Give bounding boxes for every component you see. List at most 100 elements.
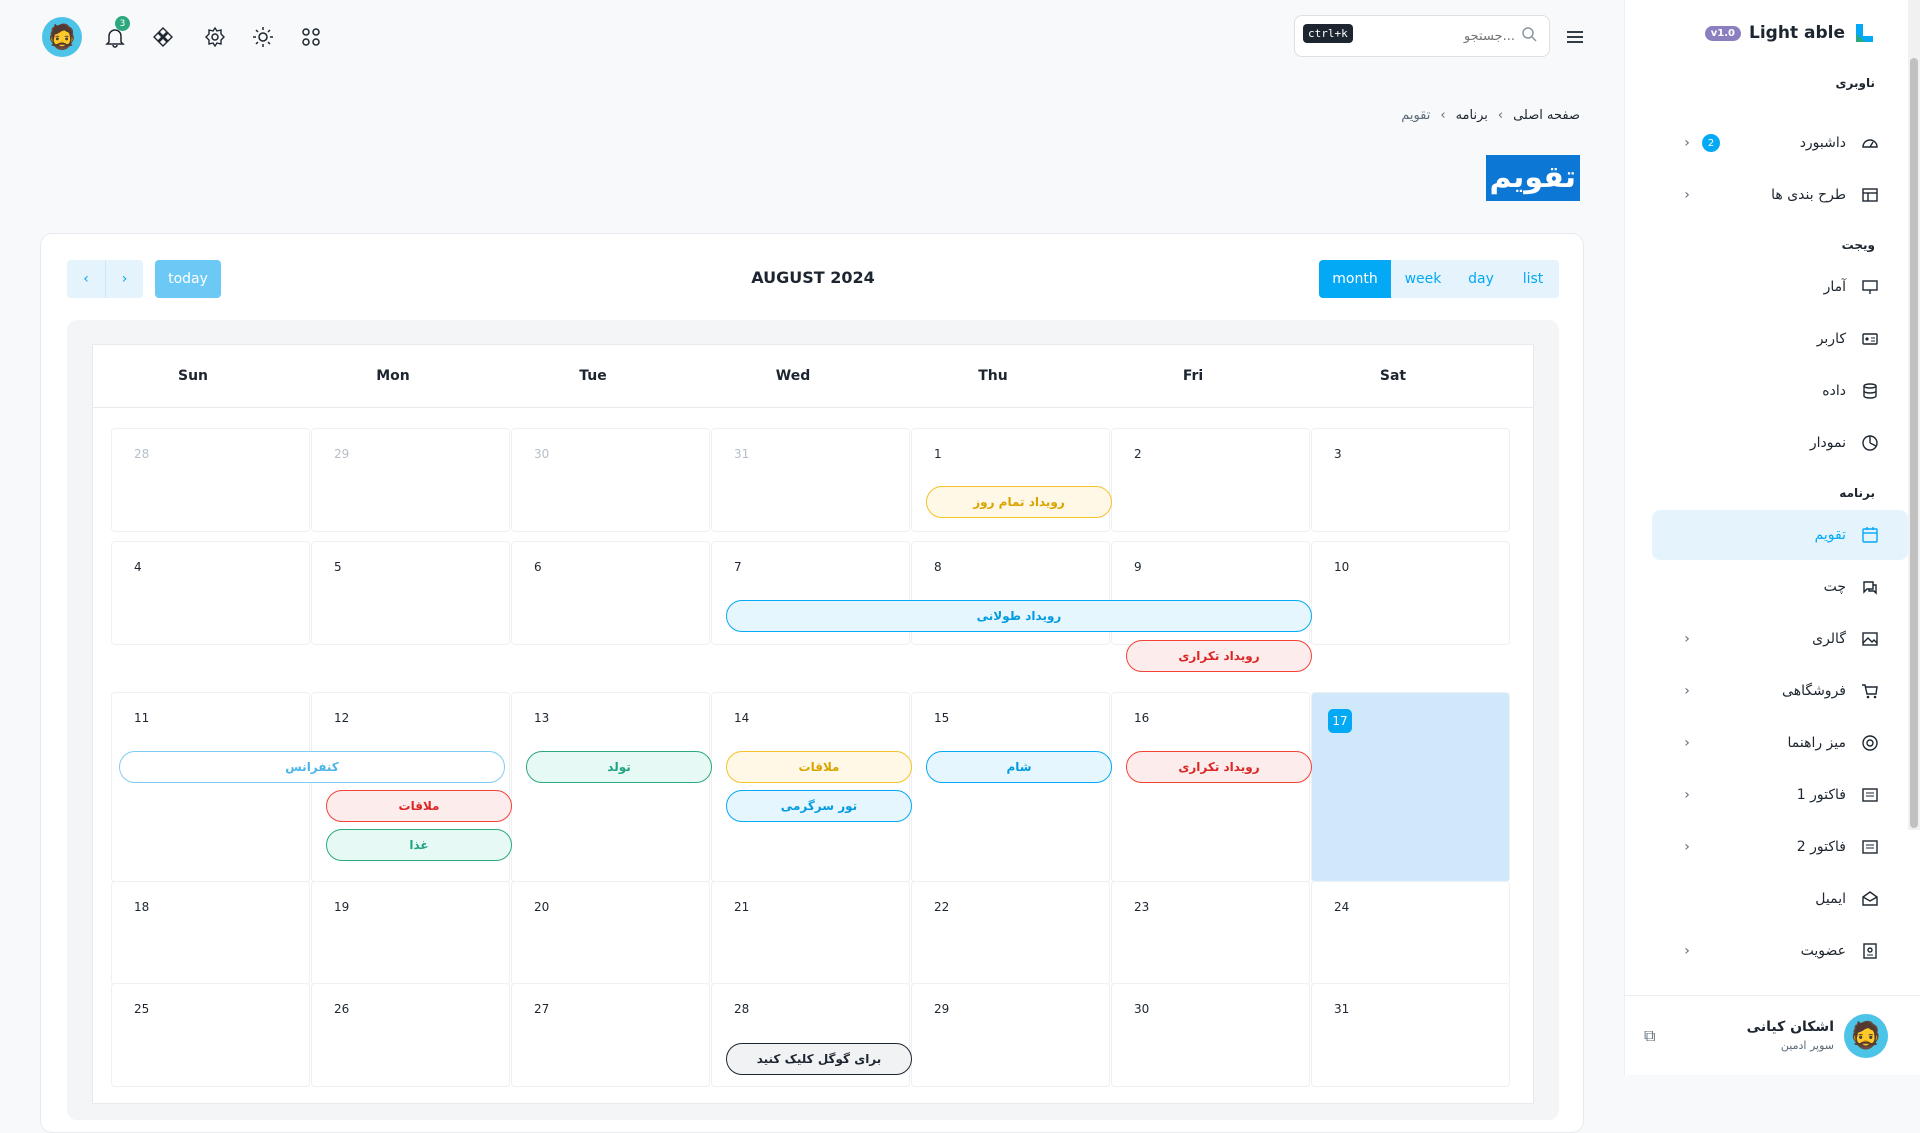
day-number[interactable]: 23 — [1134, 900, 1149, 914]
day-number[interactable]: 18 — [134, 900, 149, 914]
day-number[interactable]: 11 — [134, 711, 149, 725]
view-month-button[interactable]: month — [1319, 260, 1391, 298]
calendar-event[interactable]: تولد — [526, 751, 712, 783]
day-number[interactable]: 28 — [134, 447, 149, 461]
calendar-event[interactable]: رویداد تمام روز — [926, 486, 1112, 518]
calendar-event[interactable]: رویداد تکراری — [1126, 751, 1312, 783]
day-number[interactable]: 29 — [334, 447, 349, 461]
calendar-event[interactable]: رویداد تکراری — [1126, 640, 1312, 672]
day-number[interactable]: 15 — [934, 711, 949, 725]
day-number[interactable]: 31 — [1334, 1002, 1349, 1016]
day-cell[interactable]: 30 — [511, 428, 710, 532]
sidebar-item-statistics[interactable]: آمار — [1652, 262, 1908, 312]
day-number[interactable]: 30 — [534, 447, 549, 461]
day-number[interactable]: 4 — [134, 560, 142, 574]
day-cell[interactable]: 4 — [111, 541, 310, 645]
view-list-button[interactable]: list — [1507, 260, 1559, 298]
day-cell[interactable]: 18 — [111, 881, 310, 985]
day-cell[interactable]: 31 — [711, 428, 910, 532]
day-cell[interactable]: 21 — [711, 881, 910, 985]
calendar-event[interactable]: رویداد طولانی — [726, 600, 1312, 632]
day-number[interactable]: 16 — [1134, 711, 1149, 725]
switch-icon[interactable]: ⧉ — [1644, 1026, 1655, 1046]
day-number[interactable]: 13 — [534, 711, 549, 725]
day-cell[interactable]: 28 — [111, 428, 310, 532]
day-number[interactable]: 19 — [334, 900, 349, 914]
day-number[interactable]: 6 — [534, 560, 542, 574]
day-cell[interactable]: 10 — [1311, 541, 1510, 645]
day-cell[interactable]: 30 — [1111, 983, 1310, 1087]
day-cell[interactable]: 31 — [1311, 983, 1510, 1087]
apps-icon[interactable] — [294, 20, 328, 54]
day-number[interactable]: 14 — [734, 711, 749, 725]
sidebar-item-invoice-2[interactable]: فاکتور 2 ‹ — [1652, 822, 1908, 872]
sidebar-item-data[interactable]: داده — [1652, 366, 1908, 416]
day-cell[interactable]: 25 — [111, 983, 310, 1087]
day-cell[interactable]: 15 — [911, 692, 1110, 882]
sun-icon[interactable] — [246, 20, 280, 54]
day-cell[interactable]: 26 — [311, 983, 510, 1087]
day-number[interactable]: 27 — [534, 1002, 549, 1016]
day-number[interactable]: 20 — [534, 900, 549, 914]
day-cell[interactable]: 6 — [511, 541, 710, 645]
brand[interactable]: v1.0 Light able — [1704, 22, 1875, 44]
day-cell[interactable]: 24 — [1311, 881, 1510, 985]
day-cell[interactable]: 16 — [1111, 692, 1310, 882]
day-cell[interactable]: 3 — [1311, 428, 1510, 532]
day-cell[interactable]: 23 — [1111, 881, 1310, 985]
day-number[interactable]: 22 — [934, 900, 949, 914]
day-cell[interactable]: 5 — [311, 541, 510, 645]
sidebar-item-chat[interactable]: چت — [1652, 562, 1908, 612]
day-number[interactable]: 12 — [334, 711, 349, 725]
day-cell[interactable]: 22 — [911, 881, 1110, 985]
day-number[interactable]: 8 — [934, 560, 942, 574]
breadcrumb-section[interactable]: برنامه — [1456, 108, 1488, 123]
day-cell[interactable]: 14 — [711, 692, 910, 882]
calendar-event[interactable]: شام — [926, 751, 1112, 783]
calendar-event[interactable]: ملاقات — [326, 790, 512, 822]
calendar-event[interactable]: ملاقات — [726, 751, 912, 783]
day-cell[interactable]: 20 — [511, 881, 710, 985]
menu-icon[interactable] — [1558, 20, 1592, 54]
day-cell[interactable]: 27 — [511, 983, 710, 1087]
breadcrumb-home[interactable]: صفحه اصلی — [1513, 108, 1580, 123]
day-number[interactable]: 24 — [1334, 900, 1349, 914]
day-cell-today[interactable]: 17 — [1311, 692, 1510, 882]
day-number[interactable]: 29 — [934, 1002, 949, 1016]
calendar-event[interactable]: غذا — [326, 829, 512, 861]
day-number[interactable]: 10 — [1334, 560, 1349, 574]
day-cell[interactable]: 29 — [311, 428, 510, 532]
day-number[interactable]: 2 — [1134, 447, 1142, 461]
day-number[interactable]: 30 — [1134, 1002, 1149, 1016]
sidebar-item-email[interactable]: ایمیل — [1652, 874, 1908, 924]
day-number[interactable]: 5 — [334, 560, 342, 574]
sidebar-item-helpdesk[interactable]: میز راهنما ‹ — [1652, 718, 1908, 768]
sidebar-item-user[interactable]: کاربر — [1652, 314, 1908, 364]
view-day-button[interactable]: day — [1455, 260, 1507, 298]
sidebar-item-invoice-1[interactable]: فاکتور 1 ‹ — [1652, 770, 1908, 820]
day-number[interactable]: 28 — [734, 1002, 749, 1016]
calendar-event[interactable]: برای گوگل کلیک کنید — [726, 1043, 912, 1075]
day-cell[interactable]: 19 — [311, 881, 510, 985]
calendar-event[interactable]: کنفرانس — [119, 751, 505, 783]
sidebar-item-shop[interactable]: فروشگاهی ‹ — [1652, 666, 1908, 716]
search-input[interactable] — [1365, 25, 1515, 47]
day-number[interactable]: 26 — [334, 1002, 349, 1016]
sidebar-item-calendar[interactable]: تقویم — [1652, 510, 1908, 560]
user-profile[interactable]: 🧔 اشکان کیانی سوپر ادمین ⧉ — [1624, 995, 1920, 1075]
calendar-event[interactable]: تور سرگرمی — [726, 790, 912, 822]
diamond-grid-icon[interactable] — [146, 20, 180, 54]
scrollbar-thumb[interactable] — [1910, 58, 1918, 828]
day-number[interactable]: 25 — [134, 1002, 149, 1016]
sidebar-item-chart[interactable]: نمودار — [1652, 418, 1908, 468]
day-number[interactable]: 3 — [1334, 447, 1342, 461]
sidebar-item-gallery[interactable]: گالری ‹ — [1652, 614, 1908, 664]
sidebar-item-membership[interactable]: عضویت ‹ — [1652, 926, 1908, 976]
avatar[interactable]: 🧔 — [42, 17, 82, 57]
bell-icon[interactable]: 3 — [98, 16, 132, 54]
day-cell[interactable]: 2 — [1111, 428, 1310, 532]
day-number[interactable]: 17 — [1328, 709, 1352, 733]
search-box[interactable]: ctrl+k — [1294, 15, 1550, 57]
day-cell[interactable]: 11 — [111, 692, 310, 882]
day-number[interactable]: 9 — [1134, 560, 1142, 574]
